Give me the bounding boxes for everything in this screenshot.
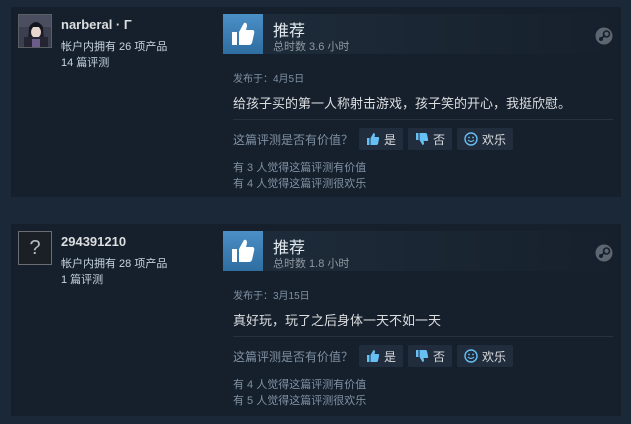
recommendation-header[interactable]: 推荐 总时数 1.8 小时 [223, 231, 613, 271]
anime-character-avatar-icon [19, 15, 51, 47]
helpful-count: 有 3 人觉得这篇评测有价值 [233, 162, 367, 174]
vote-controls: 这篇评测是否有价值？ 是 否 欢乐 [233, 128, 518, 150]
helpful-question: 这篇评测是否有价值？ [233, 132, 354, 147]
review-content: 给孩子买的第一人称射击游戏，孩子笑的开心，我挺欣慰。 [233, 96, 572, 111]
thumbs-up-icon [223, 14, 263, 54]
vote-controls: 这篇评测是否有价值？ 是 否 欢乐 [233, 345, 518, 367]
products-owned[interactable]: 帐户内拥有 26 项产品 [61, 38, 167, 54]
thumb-down-small-icon [415, 132, 429, 146]
products-owned[interactable]: 帐户内拥有 28 项产品 [61, 255, 167, 271]
steam-icon [595, 244, 613, 267]
recommendation-header[interactable]: 推荐 总时数 3.6 小时 [223, 14, 613, 54]
vote-yes-label: 是 [384, 349, 397, 364]
funny-count: 有 5 人觉得这篇评测很欢乐 [233, 395, 367, 407]
vote-funny-label: 欢乐 [482, 132, 507, 147]
vote-no-button[interactable]: 否 [408, 128, 453, 150]
avatar[interactable]: ? [18, 231, 52, 265]
funny-count: 有 4 人觉得这篇评测很欢乐 [233, 178, 367, 190]
review-main: 推荐 总时数 1.8 小时 发布于：3月15日 真好玩，玩了之后身体一天不如一天… [223, 224, 621, 416]
smiley-icon [464, 349, 478, 363]
vote-no-label: 否 [433, 349, 446, 364]
review-count[interactable]: 1 篇评测 [61, 271, 103, 287]
thumb-up-small-icon [366, 349, 380, 363]
vote-no-button[interactable]: 否 [408, 345, 453, 367]
author-name[interactable]: narberal · Γ [61, 17, 132, 32]
posted-date: 发布于：3月15日 [233, 291, 310, 302]
review-card: ? 294391210 帐户内拥有 28 项产品 1 篇评测 推荐 总时数 1.… [11, 224, 621, 416]
thumb-up-small-icon [366, 132, 380, 146]
thumb-down-small-icon [415, 349, 429, 363]
smiley-icon [464, 132, 478, 146]
vote-yes-button[interactable]: 是 [359, 128, 404, 150]
review-card: narberal · Γ 帐户内拥有 26 项产品 14 篇评测 推荐 总时数 … [11, 7, 621, 197]
thumbs-up-icon [223, 231, 263, 271]
vote-funny-button[interactable]: 欢乐 [457, 345, 514, 367]
hours-played: 总时数 3.6 小时 [273, 41, 350, 53]
vote-no-label: 否 [433, 132, 446, 147]
avatar[interactable] [18, 14, 52, 48]
vote-yes-button[interactable]: 是 [359, 345, 404, 367]
helpful-count: 有 4 人觉得这篇评测有价值 [233, 379, 367, 391]
review-count[interactable]: 14 篇评测 [61, 54, 109, 70]
review-content: 真好玩，玩了之后身体一天不如一天 [233, 313, 442, 328]
review-main: 推荐 总时数 3.6 小时 发布于：4月5日 给孩子买的第一人称射击游戏，孩子笑… [223, 7, 621, 197]
vote-funny-button[interactable]: 欢乐 [457, 128, 514, 150]
vote-funny-label: 欢乐 [482, 349, 507, 364]
hours-played: 总时数 1.8 小时 [273, 258, 350, 270]
author-name[interactable]: 294391210 [61, 234, 126, 249]
vote-yes-label: 是 [384, 132, 397, 147]
divider [233, 336, 613, 337]
steam-icon [595, 27, 613, 50]
divider [233, 119, 613, 120]
posted-date: 发布于：4月5日 [233, 74, 305, 85]
helpful-question: 这篇评测是否有价值？ [233, 349, 354, 364]
